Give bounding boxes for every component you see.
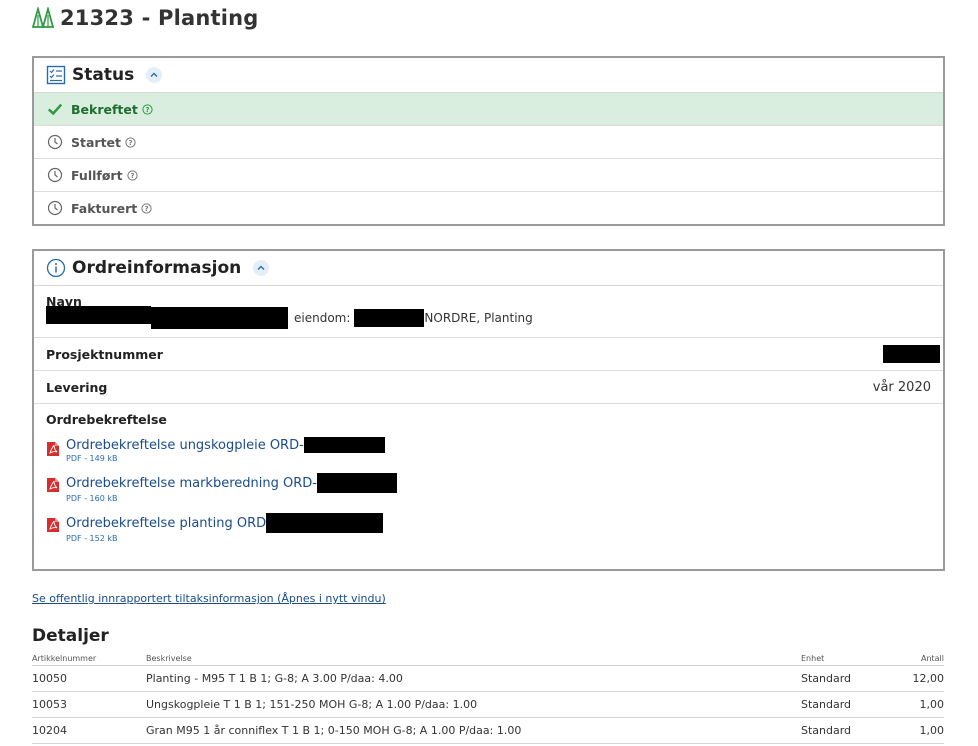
column-header: Beskrivelse — [146, 651, 801, 666]
column-header: Enhet — [801, 651, 881, 666]
article-number: 10050 — [32, 665, 146, 692]
redacted-block — [883, 345, 940, 363]
status-row-fakturert: Fakturert ? — [34, 192, 943, 224]
pdf-file-icon — [47, 442, 59, 456]
project-number-row: Prosjektnummer — [34, 338, 943, 371]
quantity: 1,00 — [881, 717, 944, 744]
info-icon — [46, 258, 66, 278]
table-row: 10204 Gran M95 1 år conniflex T 1 B 1; 0… — [32, 717, 944, 744]
redacted-block — [303, 437, 385, 453]
forest-logo-icon — [32, 7, 54, 28]
document-link[interactable]: Ordrebekreftelse markberedning ORD- — [66, 473, 397, 493]
quantity: 12,00 — [881, 665, 944, 692]
details-table: Artikkelnummer Beskrivelse Enhet Antall … — [32, 651, 944, 744]
status-label: Fakturert — [71, 200, 138, 216]
delivery-label: Levering — [46, 379, 108, 395]
document-size: PDF - 160 kB — [66, 494, 118, 503]
table-row: 10050 Planting - M95 T 1 B 1; G-8; A 3.0… — [32, 665, 944, 692]
pdf-file-icon — [47, 478, 59, 492]
public-info-link[interactable]: Se offentlig innrapportert tiltaksinform… — [32, 592, 386, 605]
status-panel-header[interactable]: Status — [34, 58, 943, 93]
clock-icon — [47, 167, 63, 183]
navn-value: eiendom: NORDRE, Planting — [46, 306, 931, 329]
redacted-block — [266, 513, 384, 533]
redacted-block — [354, 309, 425, 327]
article-number: 10053 — [32, 691, 146, 718]
document-item: Ordrebekreftelse planting ORD PDF - 152 … — [46, 513, 931, 543]
page-header: 21323 - Planting — [32, 6, 259, 30]
checkmark-icon — [47, 101, 63, 117]
status-heading: Status — [72, 65, 135, 85]
unit: Standard — [801, 691, 881, 718]
redacted-block — [151, 307, 288, 329]
document-item: Ordrebekreftelse ungskogpleie ORD- PDF -… — [46, 437, 931, 463]
document-link[interactable]: Ordrebekreftelse ungskogpleie ORD- — [66, 437, 385, 453]
order-info-header[interactable]: Ordreinformasjon — [34, 251, 943, 286]
order-confirmation-row: Ordrebekreftelse Ordrebekreftelse ungsko… — [34, 404, 943, 569]
description: Ungskogpleie T 1 B 1; 151-250 MOH G-8; A… — [146, 691, 801, 718]
page-title: 21323 - Planting — [60, 6, 259, 30]
collapse-chevron-icon[interactable] — [146, 67, 163, 83]
document-item: Ordrebekreftelse markberedning ORD- PDF … — [46, 473, 931, 503]
status-panel: Status Bekreftet ? Startet ? Fullført ? … — [32, 56, 945, 226]
pdf-file-icon — [47, 518, 59, 532]
svg-text:?: ? — [145, 106, 149, 114]
document-size: PDF - 152 kB — [66, 534, 118, 543]
description: Gran M95 1 år conniflex T 1 B 1; 0-150 M… — [146, 717, 801, 744]
delivery-value: vår 2020 — [872, 379, 931, 395]
document-link[interactable]: Ordrebekreftelse planting ORD — [66, 513, 384, 533]
document-size: PDF - 149 kB — [66, 454, 118, 463]
details-heading: Detaljer — [32, 626, 109, 646]
help-icon[interactable]: ? — [141, 202, 152, 214]
order-confirmation-label: Ordrebekreftelse — [46, 412, 167, 427]
clock-icon — [47, 200, 63, 216]
description: Planting - M95 T 1 B 1; G-8; A 3.00 P/da… — [146, 665, 801, 692]
status-label: Fullført — [71, 167, 123, 183]
status-row-fullfort: Fullført ? — [34, 159, 943, 192]
help-icon[interactable]: ? — [142, 103, 153, 115]
help-icon[interactable]: ? — [126, 169, 138, 181]
status-label: Bekreftet — [71, 101, 138, 117]
help-icon[interactable]: ? — [125, 136, 136, 148]
column-header: Artikkelnummer — [32, 651, 146, 666]
unit: Standard — [801, 717, 881, 744]
table-row: 10053 Ungskogpleie T 1 B 1; 151-250 MOH … — [32, 691, 944, 718]
checklist-icon — [46, 65, 66, 85]
project-number-label: Prosjektnummer — [46, 346, 163, 362]
svg-text:?: ? — [145, 205, 149, 213]
svg-text:?: ? — [130, 172, 134, 180]
status-row-startet: Startet ? — [34, 126, 943, 159]
delivery-row: Levering vår 2020 — [34, 371, 943, 404]
collapse-chevron-icon[interactable] — [253, 260, 270, 276]
svg-text:?: ? — [128, 139, 132, 147]
status-label: Startet — [71, 134, 122, 150]
navn-row: Navn eiendom: NORDRE, Planting — [34, 286, 943, 338]
redacted-block — [316, 473, 397, 493]
quantity: 1,00 — [881, 691, 944, 718]
column-header: Antall — [881, 651, 944, 666]
table-header-row: Artikkelnummer Beskrivelse Enhet Antall — [32, 651, 944, 666]
status-row-bekreftet: Bekreftet ? — [34, 93, 943, 126]
order-info-panel: Ordreinformasjon Navn eiendom: NORDRE, P… — [32, 249, 945, 571]
order-info-heading: Ordreinformasjon — [72, 258, 242, 278]
unit: Standard — [801, 665, 881, 692]
clock-icon — [47, 134, 63, 150]
page: 21323 - Planting Status Bekreftet ? Star… — [0, 0, 978, 746]
redacted-block — [46, 306, 151, 324]
article-number: 10204 — [32, 717, 146, 744]
